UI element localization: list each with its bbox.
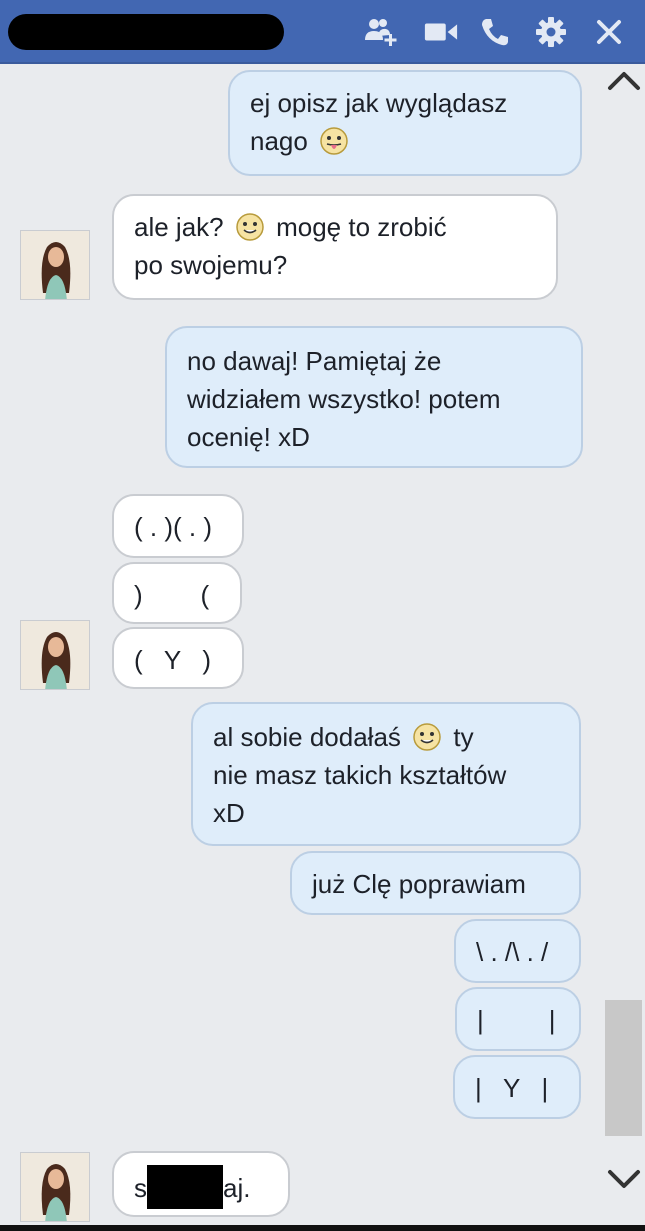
message-text: \ . /\ . /	[476, 937, 549, 967]
message-incoming: s aj.	[112, 1151, 290, 1217]
smile-emoji-icon	[413, 723, 441, 751]
message-text: s	[134, 1173, 147, 1203]
message-text: ej opisz jak wyglądasz	[250, 88, 508, 118]
message-outgoing: ej opisz jak wyglądasz nago	[228, 70, 582, 176]
message-text: al sobie dodałaś	[213, 722, 401, 752]
smile-emoji-icon	[236, 213, 264, 241]
message-text: xD	[213, 798, 245, 828]
add-friend-icon[interactable]	[363, 14, 399, 50]
message-text: nie masz takich kształtów	[213, 760, 507, 790]
bottom-border	[0, 1225, 645, 1231]
message-text: ty	[453, 722, 474, 752]
close-icon[interactable]	[591, 14, 627, 50]
message-text: | |	[477, 1005, 556, 1035]
phone-call-icon[interactable]	[477, 14, 513, 50]
contact-avatar[interactable]	[20, 1152, 90, 1222]
message-outgoing: \ . /\ . /	[454, 919, 581, 983]
contact-name-redacted[interactable]	[8, 14, 284, 50]
message-text: widziałem wszystko! potem	[187, 384, 501, 414]
message-incoming: ( Y )	[112, 627, 244, 689]
contact-avatar[interactable]	[20, 230, 90, 300]
message-outgoing: al sobie dodałaś ty nie masz takich kszt…	[191, 702, 581, 846]
gear-icon[interactable]	[533, 14, 569, 50]
message-text: już Clę poprawiam	[312, 869, 526, 899]
chat-header	[0, 0, 645, 64]
video-call-icon[interactable]	[423, 14, 459, 50]
scroll-up-icon[interactable]	[604, 66, 644, 96]
message-incoming: ) (	[112, 562, 242, 624]
scroll-down-icon[interactable]	[604, 1164, 644, 1194]
message-incoming: ale jak? mogę to zrobić po swojemu?	[112, 194, 558, 300]
message-outgoing: | |	[455, 987, 581, 1051]
message-text: ale jak?	[134, 212, 224, 242]
message-text: nago	[250, 126, 308, 156]
message-text: ) (	[134, 580, 210, 610]
message-text: mogę to zrobić	[276, 212, 447, 242]
contact-avatar[interactable]	[20, 620, 90, 690]
redacted-text	[147, 1165, 223, 1209]
message-text: ( Y )	[134, 645, 212, 675]
message-outgoing: | Y |	[453, 1055, 581, 1119]
message-incoming: ( . )( . )	[112, 494, 244, 558]
message-text: po swojemu?	[134, 250, 288, 280]
message-outgoing: no dawaj! Pamiętaj że widziałem wszystko…	[165, 326, 583, 468]
message-text: aj.	[223, 1173, 251, 1203]
message-outgoing: już Clę poprawiam	[290, 851, 581, 915]
message-text: ocenię! xD	[187, 422, 310, 452]
message-text: | Y |	[475, 1073, 549, 1103]
scrollbar-thumb[interactable]	[605, 1000, 642, 1136]
message-text: ( . )( . )	[134, 512, 212, 542]
message-text: no dawaj! Pamiętaj że	[187, 346, 442, 376]
message-list[interactable]: ej opisz jak wyglądasz nago ale jak? mog…	[0, 64, 645, 1225]
tongue-out-emoji-icon	[320, 127, 348, 155]
